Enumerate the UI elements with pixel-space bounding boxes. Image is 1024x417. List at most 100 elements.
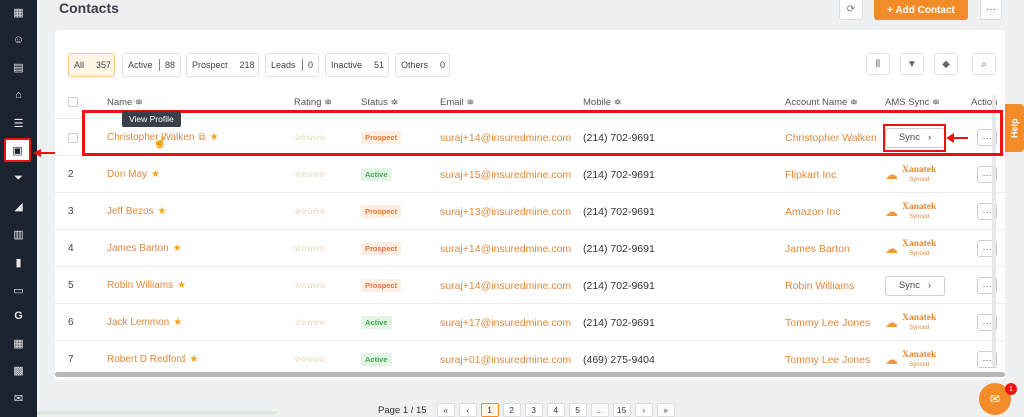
- calendar-icon[interactable]: ▩: [0, 359, 37, 381]
- col-account[interactable]: Account Name ≑: [785, 97, 858, 108]
- contact-card-icon[interactable]: ▣: [4, 138, 31, 162]
- add-contact-button[interactable]: + Add Contact: [874, 0, 968, 20]
- contact-name-link[interactable]: Robin Williams: [107, 280, 173, 291]
- filter-tab-active[interactable]: Active 88: [122, 53, 181, 77]
- col-email[interactable]: Email ≑: [440, 97, 474, 108]
- contact-name-link[interactable]: Robert D Redford: [107, 354, 185, 365]
- dashboard-icon[interactable]: ▦: [0, 1, 37, 23]
- google-icon[interactable]: G: [0, 305, 37, 327]
- status-badge: Active: [361, 353, 392, 366]
- filter-count: 51: [374, 60, 385, 70]
- filter-tab-inactive[interactable]: Inactive 51: [325, 53, 389, 77]
- contact-name-link[interactable]: James Barton: [107, 243, 169, 254]
- xanatek-synced: ☁ Xanatek Synced: [885, 351, 936, 368]
- header-more-button[interactable]: ···: [980, 0, 1002, 20]
- more-icon: ···: [986, 4, 996, 15]
- page-button[interactable]: ‹: [458, 403, 477, 417]
- star-icon[interactable]: ★: [173, 243, 182, 254]
- email-link[interactable]: suraj+13@insuredmine.com: [440, 193, 571, 230]
- contact-name-cell[interactable]: Robin Williams ★: [107, 267, 186, 304]
- filter-button[interactable]: ▼: [900, 53, 924, 75]
- table-row[interactable]: 3 Jeff Bezos ★ ☆☆☆☆☆ Prospect suraj+13@insure…: [55, 192, 1005, 229]
- horizontal-scrollbar[interactable]: [55, 372, 1005, 377]
- account-name-link[interactable]: Tommy Lee Jones: [785, 304, 870, 341]
- col-name[interactable]: Name ≑: [107, 97, 143, 108]
- table-row[interactable]: 4 James Barton ★ ☆☆☆☆☆ Prospect suraj+14@insu…: [55, 229, 1005, 266]
- mail-icon[interactable]: ✉: [0, 387, 37, 409]
- table-row[interactable]: 6 Jack Lemmon ★ ☆☆☆☆☆ Active suraj+17@insured…: [55, 303, 1005, 340]
- contact-name-cell[interactable]: Jack Lemmon ★: [107, 304, 182, 341]
- folder-icon[interactable]: ▭: [0, 279, 37, 301]
- list-icon[interactable]: ☰: [0, 112, 37, 134]
- rating-stars[interactable]: ☆☆☆☆☆: [294, 304, 326, 341]
- page-button[interactable]: ›: [634, 403, 653, 417]
- synced-label: Synced: [909, 324, 930, 331]
- account-name-link[interactable]: Flipkart Inc: [785, 156, 836, 193]
- email-link[interactable]: suraj+17@insuredmine.com: [440, 304, 571, 341]
- col-rating[interactable]: Rating ≑: [294, 97, 332, 108]
- status-cell: Prospect: [361, 193, 402, 230]
- filter-count: 0: [307, 60, 313, 70]
- ams-sync-cell: ☁ Xanatek Synced: [885, 230, 936, 267]
- page-button[interactable]: »: [656, 403, 675, 417]
- account-name-link[interactable]: Robin Williams: [785, 267, 854, 304]
- reports-icon[interactable]: ▮: [0, 251, 37, 273]
- filter-tab-prospect[interactable]: Prospect 218: [186, 53, 259, 77]
- star-icon[interactable]: ★: [173, 317, 182, 328]
- page-button[interactable]: 15: [612, 403, 631, 417]
- sync-button[interactable]: Sync ›: [885, 275, 945, 296]
- rating-stars[interactable]: ☆☆☆☆☆: [294, 230, 326, 267]
- star-icon[interactable]: ★: [151, 169, 160, 180]
- star-icon[interactable]: ★: [189, 354, 198, 365]
- contact-name-link[interactable]: Don May: [107, 169, 147, 180]
- policies-icon[interactable]: ▤: [0, 56, 37, 78]
- filter-icon[interactable]: ⏷: [0, 167, 37, 189]
- refresh-button[interactable]: ⟳: [839, 0, 863, 20]
- col-mobile[interactable]: Mobile ≑: [583, 97, 622, 108]
- page-button[interactable]: ...: [590, 403, 609, 417]
- col-status[interactable]: Status ≑: [361, 97, 399, 108]
- select-all-checkbox[interactable]: [68, 97, 78, 107]
- table-row[interactable]: 5 Robin Williams ★ ☆☆☆☆☆ Prospect suraj+14@in…: [55, 266, 1005, 303]
- page-button[interactable]: 3: [524, 403, 543, 417]
- megaphone-icon[interactable]: ◢: [0, 195, 37, 217]
- table-row[interactable]: 2 Don May ★ ☆☆☆☆☆ Active suraj+15@insuredmine…: [55, 155, 1005, 192]
- contact-name-cell[interactable]: Jeff Bezos ★: [107, 193, 166, 230]
- calculator-icon[interactable]: ▦: [0, 332, 37, 354]
- search-button[interactable]: ⌕: [972, 53, 996, 75]
- columns-button[interactable]: ⦀: [866, 53, 890, 75]
- filter-label: Inactive: [331, 60, 363, 70]
- page-button[interactable]: 1: [480, 403, 499, 417]
- contact-name-cell[interactable]: James Barton ★: [107, 230, 182, 267]
- contact-name-link[interactable]: Jack Lemmon: [107, 317, 169, 328]
- email-link[interactable]: suraj+14@insuredmine.com: [440, 267, 571, 304]
- contacts-icon[interactable]: ☺: [0, 29, 37, 51]
- refresh-icon: ⟳: [846, 4, 856, 15]
- contact-name-link[interactable]: Jeff Bezos: [107, 206, 154, 217]
- bank-icon[interactable]: ⌂: [0, 84, 37, 106]
- page-button[interactable]: 5: [568, 403, 587, 417]
- tag-button[interactable]: ◆: [934, 53, 958, 75]
- rating-stars[interactable]: ☆☆☆☆☆: [294, 193, 326, 230]
- page-button[interactable]: «: [436, 403, 455, 417]
- filter-count: 357: [96, 60, 112, 70]
- row-checkbox[interactable]: [68, 119, 78, 156]
- document-icon[interactable]: ▥: [0, 223, 37, 245]
- email-link[interactable]: suraj+14@insuredmine.com: [440, 230, 571, 267]
- star-icon[interactable]: ★: [158, 206, 167, 217]
- col-ams-sync[interactable]: AMS Sync ≑: [885, 97, 940, 108]
- filter-tab-others[interactable]: Others 0: [395, 53, 450, 77]
- filter-tab-leads[interactable]: Leads 0: [265, 53, 319, 77]
- filter-tab-all[interactable]: All 357: [68, 53, 115, 77]
- email-link[interactable]: suraj+15@insuredmine.com: [440, 156, 571, 193]
- rating-stars[interactable]: ☆☆☆☆☆: [294, 267, 326, 304]
- page-button[interactable]: 2: [502, 403, 521, 417]
- contact-name-cell[interactable]: Don May ★: [107, 156, 160, 193]
- page-button[interactable]: 4: [546, 403, 565, 417]
- rating-stars[interactable]: ☆☆☆☆☆: [294, 156, 326, 193]
- columns-icon: ⦀: [875, 58, 881, 70]
- star-icon[interactable]: ★: [177, 280, 186, 291]
- account-name-link[interactable]: James Barton: [785, 230, 850, 267]
- help-tab[interactable]: Help: [1005, 104, 1024, 152]
- account-name-link[interactable]: Amazon Inc: [785, 193, 840, 230]
